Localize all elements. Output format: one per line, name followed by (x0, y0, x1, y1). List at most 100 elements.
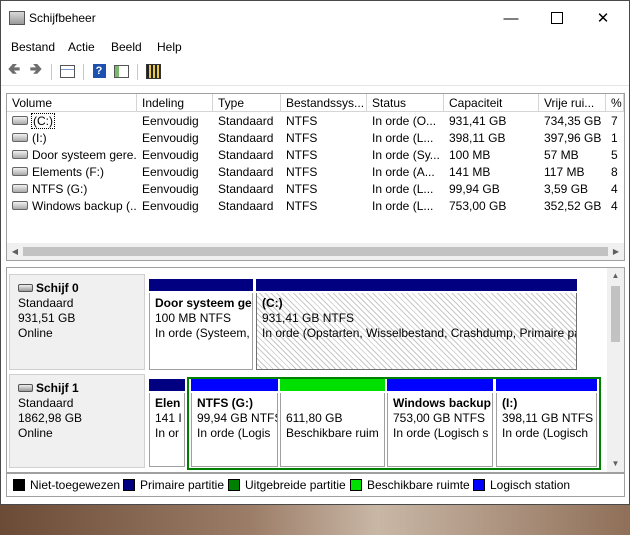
volume-name-cell: (I:) (7, 130, 137, 147)
legend-swatch (473, 478, 485, 491)
table-cell: Eenvoudig (142, 182, 199, 196)
table-cell: 352,52 GB (544, 199, 602, 213)
scroll-up-icon[interactable]: ▲ (607, 268, 624, 284)
table-cell: 734,35 GB (544, 114, 602, 128)
table-cell: 100 MB (449, 148, 491, 162)
menu-actie[interactable]: Actie (68, 40, 95, 54)
scroll-thumb[interactable] (23, 247, 608, 256)
toolbar: 🢀 🢂 ? (1, 59, 629, 86)
menu-beeld[interactable]: Beeld (111, 40, 142, 54)
drive-icon (12, 201, 28, 211)
disk-type: Standaard (18, 396, 74, 410)
console-button[interactable] (112, 62, 130, 80)
scroll-thumb[interactable] (611, 286, 620, 342)
disk-layout-area[interactable]: Schijf 0 Standaard 931,51 GB Online Door… (6, 267, 625, 473)
arrow-right-icon: 🢂 (29, 60, 43, 78)
disk-1-label[interactable]: Schijf 1 Standaard 1862,98 GB Online (9, 374, 145, 468)
scroll-right-icon[interactable]: ▶ (608, 243, 624, 260)
drive-icon (12, 167, 28, 177)
partition-size: 611,80 GB (286, 411, 343, 425)
partition-elements[interactable]: Elen 141 I In or (149, 379, 185, 467)
partition-system-reserved[interactable]: Door systeem ge 100 MB NTFS In orde (Sys… (149, 279, 253, 370)
partition-name: Windows backup (393, 396, 491, 410)
table-cell: NTFS (286, 199, 318, 213)
logical-drive-bar (496, 379, 597, 391)
table-cell: Eenvoudig (142, 131, 199, 145)
partition-size: 100 MB NTFS (155, 311, 232, 325)
table-cell: 4 (611, 199, 618, 213)
volume-name-cell: Door systeem gere... (7, 147, 137, 164)
table-cell: 57 MB (544, 148, 579, 162)
table-cell: Standaard (218, 131, 274, 145)
column-header-layout[interactable]: Indeling (137, 94, 213, 112)
column-header-status[interactable]: Status (367, 94, 444, 112)
window-title: Schijfbeheer (29, 11, 96, 25)
volume-name-cell: NTFS (G:) (7, 181, 137, 198)
volume-name: (C:) (31, 113, 55, 129)
primary-partition-bar (149, 279, 253, 291)
partition-c[interactable]: (C:) 931,41 GB NTFS In orde (Opstarten, … (256, 279, 577, 370)
minimize-icon: — (503, 9, 519, 27)
table-cell: 141 MB (449, 165, 491, 179)
help-button[interactable]: ? (90, 62, 108, 80)
table-cell: 4 (611, 182, 618, 196)
table-cell: In orde (Sy... (372, 148, 440, 162)
column-header-capacity[interactable]: Capaciteit (444, 94, 539, 112)
legend-swatch (350, 478, 362, 491)
partition-free-space[interactable]: 611,80 GB Beschikbare ruim (280, 379, 385, 467)
properties-icon (59, 64, 75, 78)
table-cell: Standaard (218, 148, 274, 162)
column-header-filesystem[interactable]: Bestandssys... (281, 94, 367, 112)
volume-name: (I:) (32, 131, 47, 145)
volume-name-cell: Windows backup (... (7, 198, 137, 215)
minimize-button[interactable]: — (488, 1, 534, 35)
properties-button[interactable] (58, 62, 76, 80)
table-cell: 3,59 GB (544, 182, 589, 196)
table-cell: NTFS (286, 131, 318, 145)
vertical-scrollbar[interactable]: ▲ ▼ (607, 268, 624, 472)
partition-status: In orde (Opstarten, Wisselbestand, Crash… (262, 326, 577, 340)
primary-partition-bar (256, 279, 577, 291)
menu-bar: Bestand Actie Beeld Help (1, 37, 629, 57)
table-cell: Eenvoudig (142, 165, 199, 179)
horizontal-scrollbar[interactable]: ◀ ▶ (7, 243, 624, 260)
column-header-type[interactable]: Type (213, 94, 281, 112)
volume-list[interactable]: Volume Indeling Type Bestandssys... Stat… (6, 93, 625, 261)
partition-name: (C:) (262, 296, 283, 310)
partition-name: Door systeem ge (155, 296, 252, 310)
scroll-left-icon[interactable]: ◀ (7, 243, 23, 260)
column-header-free-space[interactable]: Vrije rui... (539, 94, 606, 112)
partition-windows-backup[interactable]: Windows backup 753,00 GB NTFS In orde (L… (387, 379, 493, 467)
partition-i[interactable]: (I:) 398,11 GB NTFS In orde (Logisch (496, 379, 597, 467)
help-icon: ? (92, 64, 106, 78)
partition-size: 753,00 GB NTFS (393, 411, 486, 425)
table-cell: NTFS (286, 114, 318, 128)
menu-help[interactable]: Help (157, 40, 182, 54)
partition-name: Elen (155, 396, 181, 410)
drive-icon (12, 184, 28, 194)
volume-name: Windows backup (... (32, 199, 137, 213)
close-button[interactable]: ✕ (580, 1, 626, 35)
table-cell: Eenvoudig (142, 199, 199, 213)
menu-bestand[interactable]: Bestand (11, 40, 55, 54)
partition-size: 141 I (155, 411, 182, 425)
column-header-percent[interactable]: % (606, 94, 624, 112)
partition-size: 398,11 GB NTFS (502, 411, 594, 425)
table-cell: 753,00 GB (449, 199, 507, 213)
maximize-icon (551, 12, 563, 24)
scroll-down-icon[interactable]: ▼ (607, 456, 624, 472)
disk-0-label[interactable]: Schijf 0 Standaard 931,51 GB Online (9, 274, 145, 370)
legend-swatch (228, 478, 240, 491)
table-cell: Standaard (218, 165, 274, 179)
maximize-button[interactable] (534, 1, 580, 35)
column-header-volume[interactable]: Volume (7, 94, 137, 112)
back-button[interactable]: 🢀 (5, 61, 23, 80)
volume-name-cell: Elements (F:) (7, 164, 137, 181)
forward-button[interactable]: 🢂 (27, 61, 45, 80)
toolbar-separator (137, 64, 138, 80)
title-bar[interactable]: Schijfbeheer — ✕ (1, 1, 629, 35)
partition-ntfs-g[interactable]: NTFS (G:) 99,94 GB NTFS In orde (Logis (191, 379, 278, 467)
volume-name: Door systeem gere... (32, 148, 137, 162)
close-icon: ✕ (596, 10, 610, 27)
settings-button[interactable] (144, 62, 162, 80)
